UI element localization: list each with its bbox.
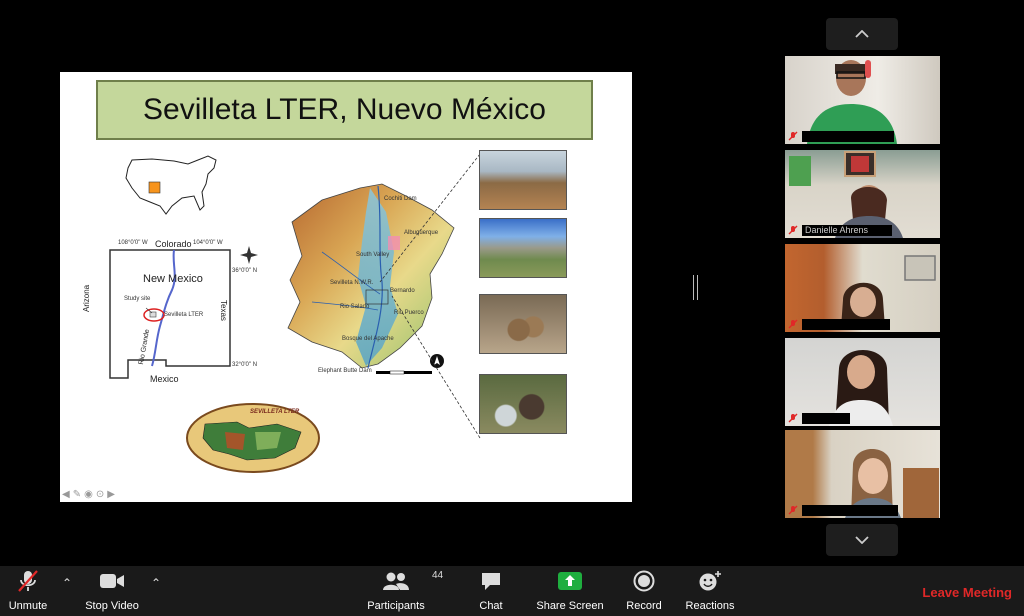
muted-mic-icon bbox=[788, 413, 798, 423]
more-options-icon[interactable]: ⊙ bbox=[96, 489, 104, 500]
logo-text: SEVILLETA LTER bbox=[250, 409, 300, 415]
muted-microphone-icon bbox=[18, 570, 38, 592]
leave-meeting-button[interactable]: Leave Meeting bbox=[922, 585, 1012, 600]
participants-count: 44 bbox=[432, 570, 444, 581]
stop-video-label: Stop Video bbox=[85, 600, 139, 612]
longitude-west-label: 108°0'0" W bbox=[118, 240, 148, 246]
photo-desert-landscape bbox=[479, 150, 567, 210]
texas-label: Texas bbox=[219, 300, 228, 321]
us-outline-map bbox=[125, 155, 217, 215]
previous-slide-icon[interactable]: ◀ bbox=[62, 489, 70, 500]
participants-button[interactable]: 44 Participants bbox=[362, 566, 443, 616]
colorado-label: Colorado bbox=[155, 239, 192, 249]
next-slide-icon[interactable]: ▶ bbox=[107, 489, 115, 500]
participant-name-bar bbox=[802, 413, 850, 424]
latitude-north-label: 36°0'0" N bbox=[232, 268, 258, 274]
participant-name-bar bbox=[802, 505, 898, 516]
reactions-smiley-icon bbox=[699, 571, 721, 591]
sevilleta-lter-label: Sevilleta LTER bbox=[164, 312, 204, 318]
unmute-button[interactable]: Unmute bbox=[2, 566, 54, 616]
record-icon bbox=[633, 570, 655, 592]
share-screen-button[interactable]: Share Screen bbox=[534, 566, 606, 616]
arizona-label: Arizona bbox=[82, 284, 91, 312]
video-tile-2[interactable]: Danielle Ahrens bbox=[785, 150, 940, 238]
gallery-scroll-up-button[interactable] bbox=[826, 18, 898, 50]
longitude-east-label: 104°0'0" W bbox=[193, 240, 223, 246]
video-options-caret-icon[interactable]: ⌃ bbox=[151, 576, 161, 590]
muted-mic-icon bbox=[788, 319, 798, 329]
participants-icon bbox=[383, 572, 409, 590]
muted-mic-icon bbox=[788, 505, 798, 515]
mexico-label: Mexico bbox=[150, 374, 179, 384]
slide-title-box: Sevilleta LTER, Nuevo México bbox=[96, 80, 593, 140]
muted-mic-icon bbox=[788, 131, 798, 141]
video-camera-icon bbox=[100, 574, 124, 588]
watershed-label-4: Sevilleta N.W.R. bbox=[330, 280, 374, 286]
participant-name-bar bbox=[802, 131, 894, 142]
reactions-label: Reactions bbox=[685, 600, 735, 612]
video-tile-1[interactable] bbox=[785, 56, 940, 144]
chat-button[interactable]: Chat bbox=[474, 566, 508, 616]
chevron-down-icon bbox=[855, 536, 869, 544]
participants-label: Participants bbox=[367, 600, 425, 612]
meeting-toolbar bbox=[0, 566, 1024, 616]
video-tile-5[interactable] bbox=[785, 430, 940, 518]
stop-video-button[interactable]: Stop Video bbox=[80, 566, 144, 616]
slide-menu-icon[interactable]: ◉ bbox=[84, 489, 93, 500]
participant-name: Danielle Ahrens bbox=[802, 225, 892, 236]
slide-title: Sevilleta LTER, Nuevo México bbox=[143, 93, 546, 126]
pen-icon[interactable]: ✎ bbox=[73, 489, 81, 500]
chat-bubble-icon bbox=[482, 573, 500, 590]
share-screen-icon bbox=[558, 572, 582, 590]
watershed-label-6: Rio Salado bbox=[340, 304, 370, 310]
photo-field-researcher bbox=[479, 374, 567, 434]
unmute-label: Unmute bbox=[8, 600, 48, 612]
share-screen-label: Share Screen bbox=[536, 600, 604, 612]
new-mexico-label: New Mexico bbox=[143, 273, 203, 285]
photo-grassland-mountains bbox=[479, 218, 567, 278]
shared-screen-slide: Sevilleta LTER, Nuevo México 108°0'0" W … bbox=[60, 72, 632, 502]
callout-lines bbox=[379, 153, 481, 439]
compass-rose-icon bbox=[240, 246, 258, 264]
muted-mic-icon bbox=[788, 225, 798, 235]
participant-name-bar bbox=[802, 319, 890, 330]
chat-label: Chat bbox=[479, 600, 503, 612]
split-view-handle[interactable] bbox=[693, 275, 698, 300]
gallery-scroll-down-button[interactable] bbox=[826, 524, 898, 556]
record-label: Record bbox=[626, 600, 662, 612]
chevron-up-icon bbox=[855, 30, 869, 38]
audio-options-caret-icon[interactable]: ⌃ bbox=[62, 576, 72, 590]
latitude-south-label: 32°0'0" N bbox=[232, 362, 258, 368]
watershed-label-9: Elephant Butte Dam bbox=[318, 368, 372, 374]
photo-prairie-dogs bbox=[479, 294, 567, 354]
reactions-button[interactable]: Reactions bbox=[682, 566, 738, 616]
video-tile-3[interactable] bbox=[785, 244, 940, 332]
record-button[interactable]: Record bbox=[622, 566, 666, 616]
video-tile-4[interactable] bbox=[785, 338, 940, 426]
study-site-label: Study site bbox=[124, 296, 151, 302]
slide-controls: ◀ ✎ ◉ ⊙ ▶ bbox=[62, 489, 115, 500]
